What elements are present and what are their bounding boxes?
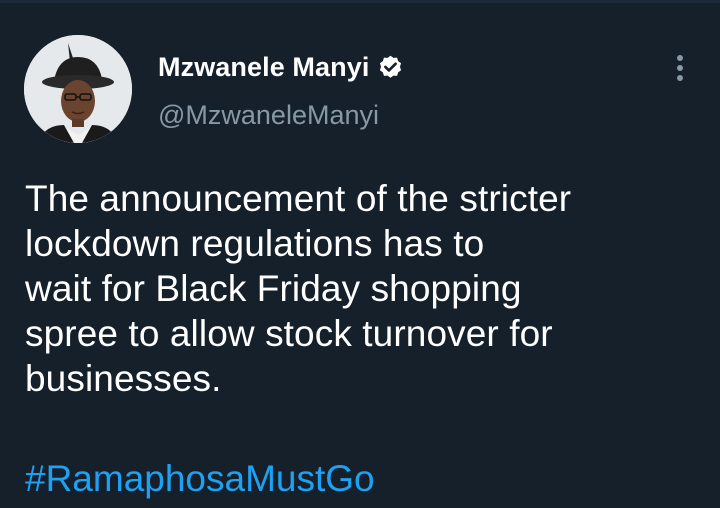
tweet-card: Mzwanele Manyi @MzwaneleManyi The announ… [0, 0, 720, 508]
author-name-row[interactable]: Mzwanele Manyi [158, 52, 404, 83]
tweet-text-line: The announcement of the stricter [25, 178, 572, 219]
divider [0, 0, 720, 3]
more-options-button[interactable] [664, 50, 696, 86]
avatar[interactable] [24, 35, 132, 143]
tweet-body: The announcement of the stricter lockdow… [25, 176, 705, 401]
tweet-text-line: lockdown regulations has to [25, 223, 485, 264]
display-name[interactable]: Mzwanele Manyi [158, 52, 369, 83]
more-options-icon [677, 55, 683, 61]
more-options-icon-dot [677, 65, 683, 71]
author-handle[interactable]: @MzwaneleManyi [158, 100, 379, 131]
tweet-text-line: spree to allow stock turnover for [25, 313, 553, 354]
hashtag-link[interactable]: #RamaphosaMustGo [25, 456, 375, 501]
avatar-image [24, 35, 132, 143]
verified-badge-icon [380, 55, 402, 78]
tweet-text-line: businesses. [25, 358, 222, 399]
tweet-text-line: wait for Black Friday shopping [25, 268, 522, 309]
more-options-icon-dot [677, 75, 683, 81]
